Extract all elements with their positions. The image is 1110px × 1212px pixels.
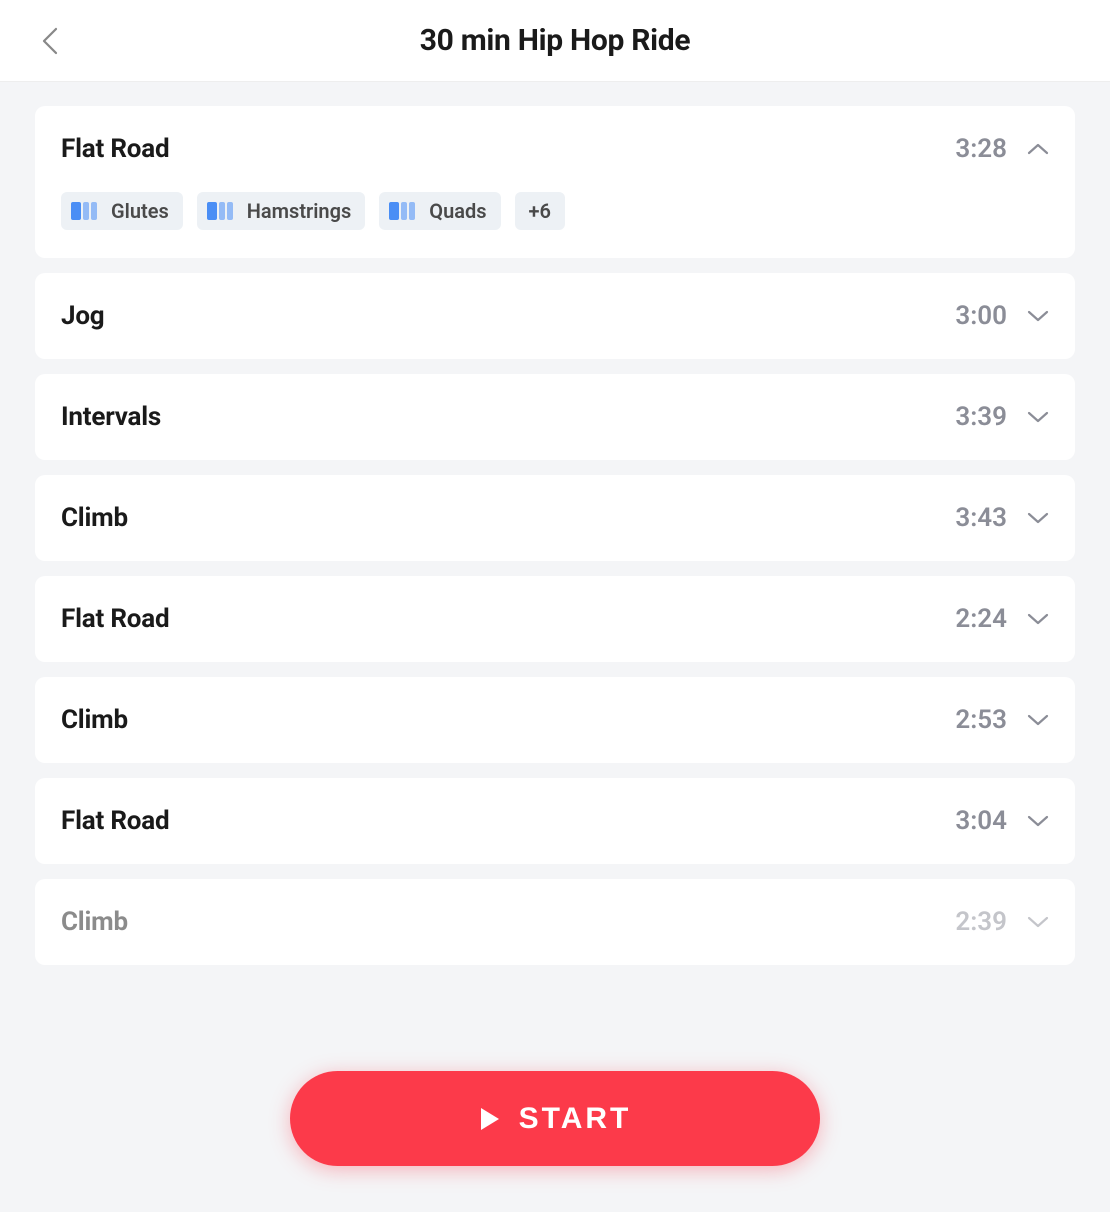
chevron-down-icon xyxy=(1027,410,1049,424)
chevron-down-icon xyxy=(1027,511,1049,525)
tag-label: Glutes xyxy=(111,199,169,223)
segment-header: Flat Road 2:24 xyxy=(61,604,1049,634)
segment-name: Flat Road xyxy=(61,806,169,836)
segment-meta: 3:39 xyxy=(955,402,1049,432)
segment-name: Flat Road xyxy=(61,604,169,634)
page-title: 30 min Hip Hop Ride xyxy=(0,23,1110,58)
segment-header: Climb 2:53 xyxy=(61,705,1049,735)
muscle-tag[interactable]: Glutes xyxy=(61,192,183,230)
segment-row[interactable]: Flat Road 2:24 xyxy=(35,576,1075,662)
segment-duration: 3:00 xyxy=(955,301,1007,331)
chevron-up-icon xyxy=(1027,142,1049,156)
muscle-tags: Glutes Hamstrings Quads +6 xyxy=(61,192,1049,230)
segment-duration: 2:39 xyxy=(955,907,1007,937)
segment-meta: 3:43 xyxy=(955,503,1049,533)
muscle-tag[interactable]: Hamstrings xyxy=(197,192,366,230)
segment-row[interactable]: Flat Road 3:28 Glutes Hamstrings xyxy=(35,106,1075,258)
segment-duration: 3:04 xyxy=(955,806,1007,836)
segment-meta: 2:53 xyxy=(955,705,1049,735)
segment-name: Climb xyxy=(61,503,128,533)
segment-meta: 2:39 xyxy=(955,907,1049,937)
muscle-icon xyxy=(389,200,419,222)
segment-meta: 3:04 xyxy=(955,806,1049,836)
segment-row[interactable]: Intervals 3:39 xyxy=(35,374,1075,460)
segment-meta: 2:24 xyxy=(955,604,1049,634)
segment-header: Jog 3:00 xyxy=(61,301,1049,331)
chevron-down-icon xyxy=(1027,814,1049,828)
more-tags-button[interactable]: +6 xyxy=(515,192,565,230)
chevron-left-icon xyxy=(41,26,59,56)
header: 30 min Hip Hop Ride xyxy=(0,0,1110,82)
segment-name: Climb xyxy=(61,705,128,735)
segment-row[interactable]: Climb 2:39 xyxy=(35,879,1075,965)
segment-name: Intervals xyxy=(61,402,161,432)
segment-name: Climb xyxy=(61,907,128,937)
segment-meta: 3:00 xyxy=(955,301,1049,331)
segment-duration: 2:24 xyxy=(955,604,1007,634)
tag-label: Quads xyxy=(429,199,486,223)
muscle-icon xyxy=(71,200,101,222)
segment-row[interactable]: Flat Road 3:04 xyxy=(35,778,1075,864)
chevron-down-icon xyxy=(1027,612,1049,626)
segment-header: Climb 2:39 xyxy=(61,907,1049,937)
chevron-down-icon xyxy=(1027,915,1049,929)
back-button[interactable] xyxy=(30,21,70,61)
segment-row[interactable]: Climb 3:43 xyxy=(35,475,1075,561)
play-icon xyxy=(479,1106,501,1132)
segment-row[interactable]: Climb 2:53 xyxy=(35,677,1075,763)
chevron-down-icon xyxy=(1027,309,1049,323)
segment-header: Flat Road 3:28 xyxy=(61,134,1049,164)
segment-duration: 3:39 xyxy=(955,402,1007,432)
muscle-tag[interactable]: Quads xyxy=(379,192,500,230)
start-button[interactable]: START xyxy=(290,1071,820,1166)
segment-duration: 2:53 xyxy=(955,705,1007,735)
muscle-icon xyxy=(207,200,237,222)
segment-duration: 3:43 xyxy=(955,503,1007,533)
segment-name: Jog xyxy=(61,301,104,331)
tag-label: Hamstrings xyxy=(247,199,352,223)
start-label: START xyxy=(519,1102,632,1136)
segment-duration: 3:28 xyxy=(955,134,1007,164)
chevron-down-icon xyxy=(1027,713,1049,727)
segment-header: Flat Road 3:04 xyxy=(61,806,1049,836)
segment-header: Climb 3:43 xyxy=(61,503,1049,533)
segment-meta: 3:28 xyxy=(955,134,1049,164)
segments-list: Flat Road 3:28 Glutes Hamstrings xyxy=(0,82,1110,1212)
segment-row[interactable]: Jog 3:00 xyxy=(35,273,1075,359)
segment-header: Intervals 3:39 xyxy=(61,402,1049,432)
segment-name: Flat Road xyxy=(61,134,169,164)
